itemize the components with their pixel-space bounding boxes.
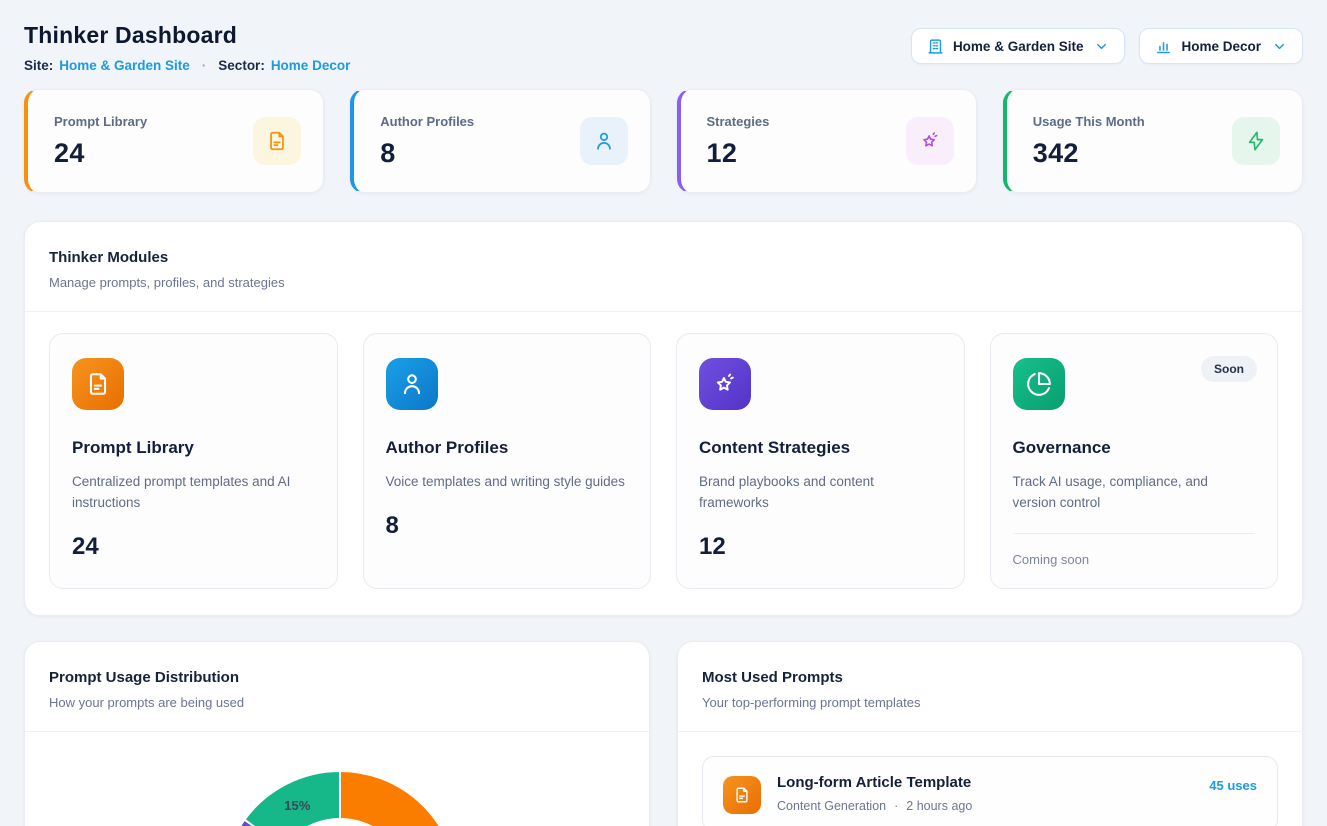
usage-card-subtitle: How your prompts are being used xyxy=(49,695,625,710)
module-description: Voice templates and writing style guides xyxy=(386,472,629,493)
sector-label: Sector: xyxy=(218,58,265,73)
prompt-category: Content Generation xyxy=(777,799,886,813)
prompt-time: 2 hours ago xyxy=(906,799,972,813)
breadcrumb-separator: · xyxy=(202,58,207,73)
header-buttons: Home & Garden Site Home Decor xyxy=(911,28,1303,64)
chart-area: 15% xyxy=(25,732,649,826)
file-text-icon xyxy=(723,776,761,814)
svg-text:15%: 15% xyxy=(284,798,310,813)
dashboard-page: Thinker Dashboard Site: Home & Garden Si… xyxy=(0,0,1327,826)
module-title: Content Strategies xyxy=(699,438,942,458)
prompts-card-header: Most Used Prompts Your top-performing pr… xyxy=(678,642,1302,732)
site-label: Site: xyxy=(24,58,53,73)
chevron-down-icon xyxy=(1092,39,1109,54)
module-card-content-strategies[interactable]: Content Strategies Brand playbooks and c… xyxy=(676,333,965,589)
module-count: 24 xyxy=(72,533,315,561)
bar-chart-icon xyxy=(1155,38,1172,55)
modules-header: Thinker Modules Manage prompts, profiles… xyxy=(25,222,1302,312)
prompt-uses-count: 45 uses xyxy=(1209,778,1257,793)
module-description: Track AI usage, compliance, and version … xyxy=(1013,472,1256,514)
module-title: Governance xyxy=(1013,438,1256,458)
file-text-icon xyxy=(72,358,124,410)
usage-card-header: Prompt Usage Distribution How your promp… xyxy=(25,642,649,732)
page-header: Thinker Dashboard Site: Home & Garden Si… xyxy=(24,22,1303,73)
module-description: Centralized prompt templates and AI inst… xyxy=(72,472,315,514)
prompt-list-item[interactable]: Long-form Article Template Content Gener… xyxy=(702,756,1278,826)
bottom-row: Prompt Usage Distribution How your promp… xyxy=(24,641,1303,826)
most-used-prompts-card: Most Used Prompts Your top-performing pr… xyxy=(677,641,1303,826)
meta-separator: · xyxy=(894,799,898,813)
page-title: Thinker Dashboard xyxy=(24,22,350,49)
prompt-meta: Content Generation · 2 hours ago xyxy=(777,799,972,813)
stat-card-strategies: Strategies 12 xyxy=(677,89,977,193)
file-text-icon xyxy=(253,117,301,165)
building-icon xyxy=(927,38,944,55)
module-divider xyxy=(1013,533,1256,534)
soon-badge: Soon xyxy=(1201,356,1257,382)
prompts-list: Long-form Article Template Content Gener… xyxy=(678,732,1302,826)
module-card-governance[interactable]: Soon Governance Track AI usage, complian… xyxy=(990,333,1279,589)
user-icon xyxy=(386,358,438,410)
modules-subtitle: Manage prompts, profiles, and strategies xyxy=(49,275,1278,290)
module-count: 8 xyxy=(386,512,629,540)
stats-row: Prompt Library 24 Author Profiles 8 Stra… xyxy=(24,89,1303,193)
module-title: Prompt Library xyxy=(72,438,315,458)
module-card-prompt-library[interactable]: Prompt Library Centralized prompt templa… xyxy=(49,333,338,589)
site-selector-label: Home & Garden Site xyxy=(953,39,1084,54)
user-icon xyxy=(580,117,628,165)
prompt-usage-distribution-card: Prompt Usage Distribution How your promp… xyxy=(24,641,650,826)
breadcrumb: Site: Home & Garden Site · Sector: Home … xyxy=(24,58,350,73)
sector-selector-dropdown[interactable]: Home Decor xyxy=(1139,28,1303,64)
header-left: Thinker Dashboard Site: Home & Garden Si… xyxy=(24,22,350,73)
thinker-modules-card: Thinker Modules Manage prompts, profiles… xyxy=(24,221,1303,616)
prompt-item-text: Long-form Article Template Content Gener… xyxy=(777,774,972,813)
usage-donut-chart: 15% xyxy=(25,732,650,826)
stat-card-prompt-library: Prompt Library 24 xyxy=(24,89,324,193)
site-selector-dropdown[interactable]: Home & Garden Site xyxy=(911,28,1126,64)
site-link[interactable]: Home & Garden Site xyxy=(59,58,190,73)
module-description: Brand playbooks and content frameworks xyxy=(699,472,942,514)
sparkle-star-icon xyxy=(699,358,751,410)
prompts-card-title: Most Used Prompts xyxy=(702,669,1278,686)
usage-card-title: Prompt Usage Distribution xyxy=(49,669,625,686)
coming-soon-text: Coming soon xyxy=(1013,552,1256,567)
prompt-title: Long-form Article Template xyxy=(777,774,972,791)
sparkle-star-icon xyxy=(906,117,954,165)
stat-card-usage: Usage This Month 342 xyxy=(1003,89,1303,193)
zap-icon xyxy=(1232,117,1280,165)
modules-title: Thinker Modules xyxy=(49,249,1278,266)
module-card-author-profiles[interactable]: Author Profiles Voice templates and writ… xyxy=(363,333,652,589)
prompts-card-subtitle: Your top-performing prompt templates xyxy=(702,695,1278,710)
chevron-down-icon xyxy=(1270,39,1287,54)
module-title: Author Profiles xyxy=(386,438,629,458)
stat-card-author-profiles: Author Profiles 8 xyxy=(350,89,650,193)
sector-selector-label: Home Decor xyxy=(1181,39,1261,54)
module-count: 12 xyxy=(699,533,942,561)
sector-link[interactable]: Home Decor xyxy=(271,58,351,73)
modules-grid: Prompt Library Centralized prompt templa… xyxy=(25,312,1302,615)
pie-chart-icon xyxy=(1013,358,1065,410)
